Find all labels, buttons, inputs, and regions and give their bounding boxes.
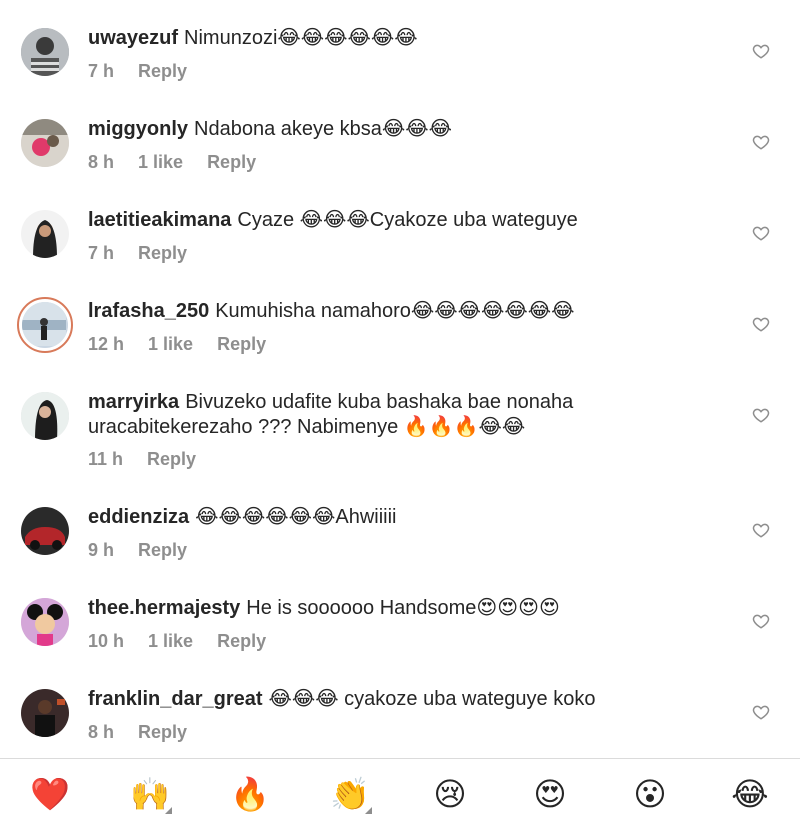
comment-body: Kumuhisha namahoro😂😂😂😂😂😂😂	[215, 300, 575, 322]
red-heart-reaction-icon[interactable]: ❤️	[30, 774, 70, 814]
avatar[interactable]	[21, 28, 69, 76]
comment-time: 9 h	[88, 540, 115, 560]
comment-text: eddienziza 😂😂😂😂😂😂Ahwiiiii	[88, 505, 728, 530]
comment-body: He is soooooo Handsome😍😍😍😍	[246, 597, 560, 619]
comment-time: 7 h	[88, 243, 115, 263]
like-heart-icon[interactable]	[752, 521, 770, 539]
comment-text: marryirka Bivuzeko udafite kuba bashaka b…	[88, 390, 728, 440]
comment-text: franklin_dar_great 😂😂😂 cyakoze uba wategu…	[88, 687, 728, 712]
comment-body: Cyaze 😂😂😂Cyakoze uba wateguye	[237, 209, 578, 231]
surprised-face-reaction-icon[interactable]: 😮	[630, 774, 670, 814]
avatar	[22, 302, 68, 348]
clapping-hands-reaction-icon[interactable]: 👏	[330, 774, 372, 814]
more-variants-indicator	[365, 807, 372, 814]
comment-meta: 11 h Reply	[88, 449, 220, 470]
comment-username[interactable]: miggyonly	[88, 118, 188, 140]
comment-username[interactable]: uwayezuf	[88, 27, 178, 49]
crying-face-reaction-icon[interactable]: 😢	[430, 774, 470, 814]
comment-text: thee.hermajesty He is soooooo Handsome😍😍😍…	[88, 596, 728, 621]
comment-meta: 12 h 1 like Reply	[88, 334, 290, 355]
comment-text: miggyonly Ndabona akeye kbsa😂😂😂	[88, 117, 728, 142]
comment-body: Nimunzozi😂😂😂😂😂😂	[184, 27, 418, 49]
avatar[interactable]	[21, 598, 69, 646]
like-heart-icon[interactable]	[752, 133, 770, 151]
reply-button[interactable]: Reply	[217, 631, 266, 651]
comment-meta: 7 h Reply	[88, 243, 211, 264]
comment-username[interactable]: marryirka	[88, 391, 179, 413]
comment-body: 😂😂😂 cyakoze uba wateguye koko	[268, 688, 596, 710]
more-variants-indicator	[165, 807, 172, 814]
comment-meta: 8 h Reply	[88, 722, 211, 743]
comment-body: 😂😂😂😂😂😂Ahwiiiii	[195, 506, 397, 528]
like-heart-icon[interactable]	[752, 703, 770, 721]
like-heart-icon[interactable]	[752, 224, 770, 242]
comment-username[interactable]: lrafasha_250	[88, 300, 209, 322]
comment-username[interactable]: thee.hermajesty	[88, 597, 240, 619]
quick-reactions-bar: ❤️ 🙌 🔥 👏 😢 😍 😮 😂	[0, 758, 800, 829]
comment-body: Ndabona akeye kbsa😂😂😂	[194, 118, 453, 140]
like-heart-icon[interactable]	[752, 315, 770, 333]
comment-meta: 8 h 1 like Reply	[88, 152, 280, 173]
comment-time: 10 h	[88, 631, 125, 651]
comment-likes[interactable]: 1 like	[138, 152, 183, 172]
comment-time: 7 h	[88, 61, 115, 81]
reply-button[interactable]: Reply	[138, 243, 187, 263]
avatar[interactable]	[21, 507, 69, 555]
like-heart-icon[interactable]	[752, 406, 770, 424]
comment-meta: 9 h Reply	[88, 540, 211, 561]
comment-meta: 10 h 1 like Reply	[88, 631, 290, 652]
avatar[interactable]	[21, 210, 69, 258]
like-heart-icon[interactable]	[752, 42, 770, 60]
comment-time: 8 h	[88, 722, 115, 742]
avatar[interactable]	[21, 689, 69, 737]
raising-hands-reaction-icon[interactable]: 🙌	[130, 774, 172, 814]
comment-text: lrafasha_250 Kumuhisha namahoro😂😂😂😂😂😂😂	[88, 299, 728, 324]
reply-button[interactable]: Reply	[138, 61, 187, 81]
comment-likes[interactable]: 1 like	[148, 631, 193, 651]
reply-button[interactable]: Reply	[217, 334, 266, 354]
comment-text: laetitieakimana Cyaze 😂😂😂Cyakoze uba wate…	[88, 208, 728, 233]
comment-username[interactable]: franklin_dar_great	[88, 688, 263, 710]
reply-button[interactable]: Reply	[138, 540, 187, 560]
comment-text: uwayezuf Nimunzozi😂😂😂😂😂😂	[88, 26, 728, 51]
comment-username[interactable]: laetitieakimana	[88, 209, 231, 231]
comment-time: 12 h	[88, 334, 125, 354]
comment-likes[interactable]: 1 like	[148, 334, 193, 354]
like-heart-icon[interactable]	[752, 612, 770, 630]
comment-meta: 7 h Reply	[88, 61, 211, 82]
avatar[interactable]	[21, 392, 69, 440]
comment-time: 11 h	[88, 449, 124, 469]
avatar-story-ring[interactable]	[17, 297, 73, 353]
reply-button[interactable]: Reply	[147, 449, 196, 469]
heart-eyes-reaction-icon[interactable]: 😍	[530, 774, 570, 814]
comment-time: 8 h	[88, 152, 115, 172]
tears-of-joy-reaction-icon[interactable]: 😂	[730, 774, 770, 814]
fire-reaction-icon[interactable]: 🔥	[230, 774, 270, 814]
reply-button[interactable]: Reply	[138, 722, 187, 742]
avatar[interactable]	[21, 119, 69, 167]
comment-username[interactable]: eddienziza	[88, 506, 189, 528]
reply-button[interactable]: Reply	[207, 152, 256, 172]
